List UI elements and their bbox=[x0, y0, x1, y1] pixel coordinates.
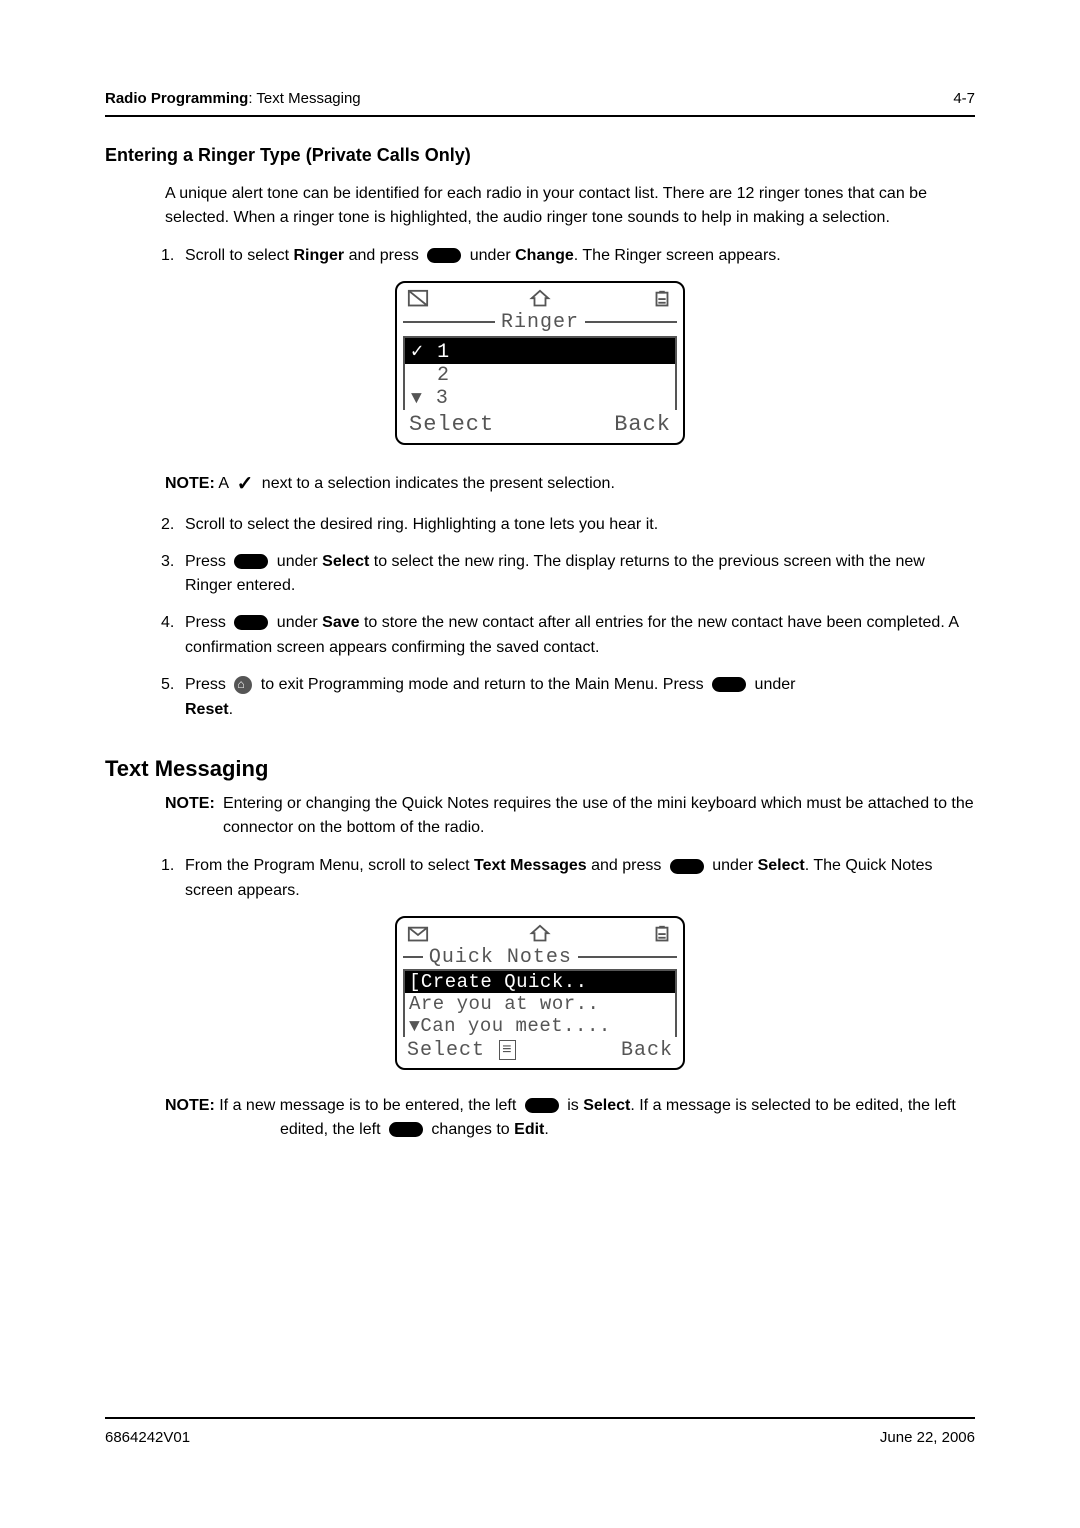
oval-button-icon bbox=[234, 554, 268, 569]
check-icon: ✓ bbox=[411, 341, 424, 364]
step-number: 1. bbox=[161, 244, 174, 269]
home-button-icon bbox=[234, 676, 252, 694]
tm-step-1: 1. From the Program Menu, scroll to sele… bbox=[185, 854, 975, 904]
page-header: Radio Programming: Text Messaging 4-7 bbox=[105, 90, 975, 107]
quick-note-create: [Create Quick.. bbox=[405, 971, 675, 993]
list-item-3: ▼ 3 bbox=[405, 387, 675, 410]
quick-notes-screen: Quick Notes [Create Quick.. Are you at w… bbox=[395, 916, 685, 1070]
home-icon bbox=[529, 289, 551, 307]
step-5: 5. Press to exit Programming mode and re… bbox=[185, 673, 975, 723]
note-keyboard: NOTE: Entering or changing the Quick Not… bbox=[165, 792, 975, 840]
footer-rule bbox=[105, 1417, 975, 1419]
page-footer: 6864242V01 June 22, 2006 bbox=[105, 1417, 975, 1446]
down-arrow-icon: ▼ bbox=[409, 1017, 420, 1037]
ringer-screen: Ringer ✓ 1 2 ▼ 3 Select Back bbox=[395, 281, 685, 445]
header-rule bbox=[105, 115, 975, 117]
battery-icon bbox=[651, 289, 673, 307]
home-icon bbox=[529, 924, 551, 942]
step-1: 1. Scroll to select Ringer and press und… bbox=[185, 244, 975, 269]
section-heading-ringer: Entering a Ringer Type (Private Calls On… bbox=[105, 145, 975, 166]
envelope-icon bbox=[407, 924, 429, 942]
step-4: 4. Press under Save to store the new con… bbox=[185, 611, 975, 661]
document-id: 6864242V01 bbox=[105, 1429, 190, 1446]
check-icon: ✓ bbox=[237, 469, 254, 499]
document-date: June 22, 2006 bbox=[880, 1429, 975, 1446]
oval-button-icon bbox=[389, 1122, 423, 1137]
softkey-row: Select Back bbox=[403, 410, 677, 437]
screen-title-row: Ringer bbox=[403, 311, 677, 334]
menu-icon: ≡ bbox=[499, 1040, 516, 1060]
oval-button-icon bbox=[525, 1098, 559, 1113]
screen-title: Quick Notes bbox=[423, 946, 578, 969]
screen-list: ✓ 1 2 ▼ 3 bbox=[403, 336, 677, 410]
screen-title: Ringer bbox=[495, 311, 585, 334]
oval-button-icon bbox=[670, 859, 704, 874]
softkey-row: Select ≡ Back bbox=[403, 1037, 677, 1062]
right-softkey: Back bbox=[614, 412, 671, 437]
breadcrumb-sub: : Text Messaging bbox=[248, 90, 360, 107]
note-1: NOTE: A ✓ next to a selection indicates … bbox=[165, 469, 975, 499]
quick-note-item: Are you at wor.. bbox=[405, 993, 675, 1015]
step-2: 2. Scroll to select the desired ring. Hi… bbox=[185, 513, 975, 538]
quick-note-item: ▼Can you meet.... bbox=[405, 1015, 675, 1037]
list-item-1: ✓ 1 bbox=[405, 338, 675, 364]
page-number: 4-7 bbox=[953, 90, 975, 107]
oval-button-icon bbox=[234, 615, 268, 630]
oval-button-icon bbox=[712, 677, 746, 692]
status-bar bbox=[403, 289, 677, 311]
oval-button-icon bbox=[427, 248, 461, 263]
intro-paragraph: A unique alert tone can be identified fo… bbox=[165, 182, 975, 230]
breadcrumb-main: Radio Programming bbox=[105, 90, 248, 107]
breadcrumb: Radio Programming: Text Messaging bbox=[105, 90, 361, 107]
screen-title-row: Quick Notes bbox=[403, 946, 677, 969]
battery-icon bbox=[651, 924, 673, 942]
right-softkey: Back bbox=[621, 1039, 673, 1062]
left-softkey: Select bbox=[407, 1039, 485, 1062]
step-3: 3. Press under Select to select the new … bbox=[185, 550, 975, 600]
group-icon bbox=[407, 289, 429, 307]
down-arrow-icon: ▼ bbox=[411, 389, 423, 409]
status-bar bbox=[403, 924, 677, 946]
left-softkey: Select bbox=[409, 412, 494, 437]
note-2: NOTE: If a new message is to be entered,… bbox=[165, 1094, 975, 1142]
list-item-2: 2 bbox=[405, 364, 675, 387]
screen-list: [Create Quick.. Are you at wor.. ▼Can yo… bbox=[403, 969, 677, 1037]
section-heading-text-messaging: Text Messaging bbox=[105, 756, 975, 782]
